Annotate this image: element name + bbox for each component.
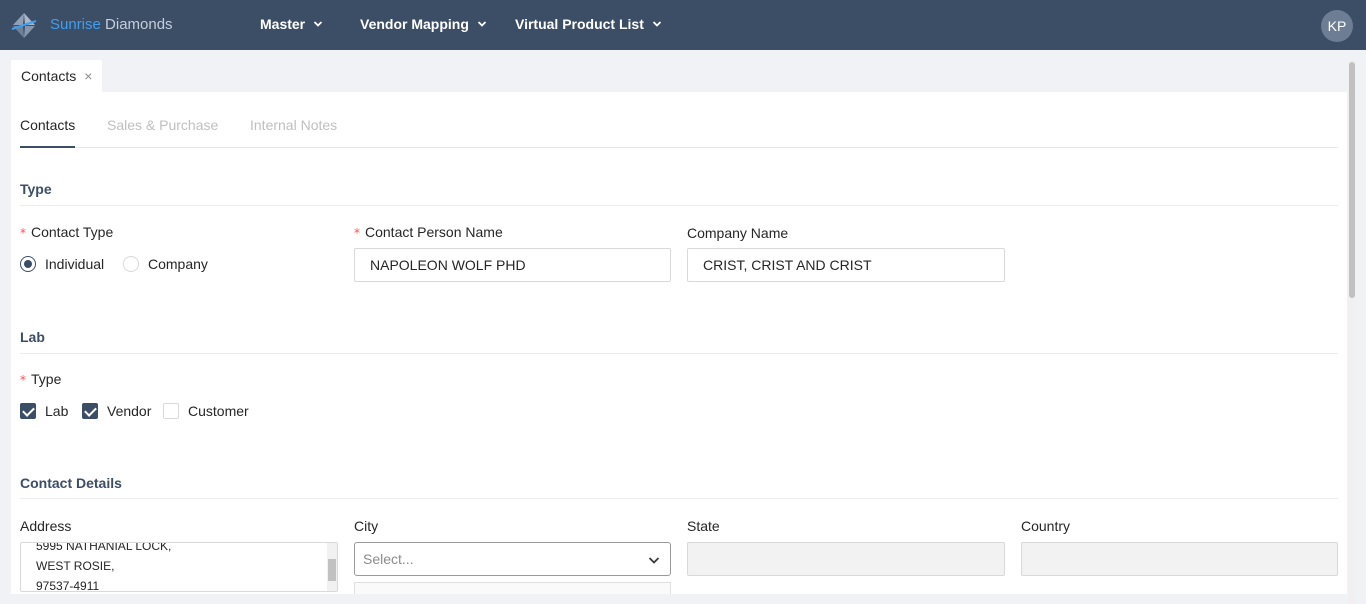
address-line: 97537-4911 xyxy=(36,579,100,592)
section-divider xyxy=(20,498,1338,499)
active-tab-indicator xyxy=(20,146,75,148)
tab-contacts[interactable]: Contacts xyxy=(20,117,75,133)
nav-virtual-product-list-label: Virtual Product List xyxy=(515,16,644,32)
required-mark: * xyxy=(354,226,360,240)
checkbox-customer[interactable]: Customer xyxy=(163,403,249,419)
chevron-down-icon xyxy=(648,557,660,564)
address-line: 5995 NATHANIAL LOCK, xyxy=(36,542,172,553)
section-title-lab: Lab xyxy=(20,329,45,345)
nav-virtual-product-list[interactable]: Virtual Product List xyxy=(515,16,662,32)
section-title-contact-details: Contact Details xyxy=(20,475,122,491)
city-dropdown-menu[interactable] xyxy=(354,582,671,594)
chevron-down-icon xyxy=(314,21,323,27)
radio-company[interactable]: Company xyxy=(123,256,208,272)
checkbox-unchecked-icon[interactable] xyxy=(163,403,179,419)
address-lines: 5995 NATHANIAL LOCK, WEST ROSIE, 97537-491… xyxy=(36,542,172,592)
city-select-placeholder: Select... xyxy=(363,551,414,567)
city-label: City xyxy=(354,518,379,534)
contact-type-label-text: Contact Type xyxy=(31,224,114,240)
page-tab-strip: Contacts × xyxy=(0,50,1366,92)
address-scrollbar-thumb[interactable] xyxy=(328,559,336,581)
checkbox-vendor-label: Vendor xyxy=(107,403,152,419)
checkbox-vendor[interactable]: Vendor xyxy=(82,403,151,419)
contact-type-label: * Contact Type xyxy=(20,224,113,240)
checkbox-checked-icon[interactable] xyxy=(20,403,36,419)
section-title-type: Type xyxy=(20,181,52,197)
page-scrollbar-thumb[interactable] xyxy=(1349,62,1355,298)
top-navbar: Sunrise Diamonds Master Vendor Mapping V… xyxy=(0,0,1366,50)
lab-type-label: * Type xyxy=(20,371,61,387)
page-tab-label: Contacts xyxy=(21,68,77,84)
contact-person-name-input[interactable]: NAPOLEON WOLF PHD xyxy=(354,248,671,282)
chevron-down-icon xyxy=(652,21,662,27)
brand-name-part1: Sunrise xyxy=(50,16,101,33)
city-select[interactable]: Select... xyxy=(354,542,671,576)
checkbox-customer-label: Customer xyxy=(188,403,249,419)
content-panel: Contacts Sales & Purchase Internal Notes… xyxy=(11,92,1347,594)
chevron-down-icon xyxy=(477,21,487,27)
lab-type-label-text: Type xyxy=(31,371,62,387)
user-avatar[interactable]: KP xyxy=(1321,10,1353,42)
contact-person-label-text: Contact Person Name xyxy=(365,224,503,240)
address-line: WEST ROSIE, xyxy=(36,559,115,573)
tab-sales-purchase[interactable]: Sales & Purchase xyxy=(107,117,218,133)
form-tabs: Contacts Sales & Purchase Internal Notes xyxy=(20,92,1338,148)
nav-master-label: Master xyxy=(260,16,306,32)
section-divider xyxy=(20,353,1338,354)
radio-individual[interactable]: Individual xyxy=(20,256,104,272)
checkbox-checked-icon[interactable] xyxy=(82,403,98,419)
nav-vendor-mapping[interactable]: Vendor Mapping xyxy=(360,16,487,32)
close-icon[interactable]: × xyxy=(84,69,92,83)
state-label: State xyxy=(687,518,720,534)
radio-individual-label: Individual xyxy=(45,256,105,272)
diamond-logo-icon[interactable] xyxy=(10,11,38,39)
page-tab-contacts[interactable]: Contacts × xyxy=(11,60,103,92)
required-mark: * xyxy=(20,373,26,387)
address-label: Address xyxy=(20,518,72,534)
radio-unchecked-icon[interactable] xyxy=(123,256,139,272)
required-mark: * xyxy=(20,226,26,240)
section-divider xyxy=(20,205,1338,206)
nav-vendor-mapping-label: Vendor Mapping xyxy=(360,16,469,32)
state-input[interactable] xyxy=(687,542,1005,576)
nav-master[interactable]: Master xyxy=(260,16,323,32)
address-textarea[interactable]: 5995 NATHANIAL LOCK, WEST ROSIE, 97537-491… xyxy=(20,542,338,592)
checkbox-lab[interactable]: Lab xyxy=(20,403,68,419)
brand-name[interactable]: Sunrise Diamonds xyxy=(50,16,173,33)
tab-internal-notes[interactable]: Internal Notes xyxy=(250,117,337,133)
checkbox-lab-label: Lab xyxy=(45,403,69,419)
company-name-label: Company Name xyxy=(687,225,789,241)
contact-person-label: * Contact Person Name xyxy=(354,224,503,240)
radio-checked-icon[interactable] xyxy=(20,256,36,272)
radio-company-label: Company xyxy=(148,256,208,272)
country-input[interactable] xyxy=(1021,542,1338,576)
company-name-input[interactable]: CRIST, CRIST AND CRIST xyxy=(687,248,1005,282)
brand-name-part2: Diamonds xyxy=(105,16,173,33)
country-label: Country xyxy=(1021,518,1071,534)
